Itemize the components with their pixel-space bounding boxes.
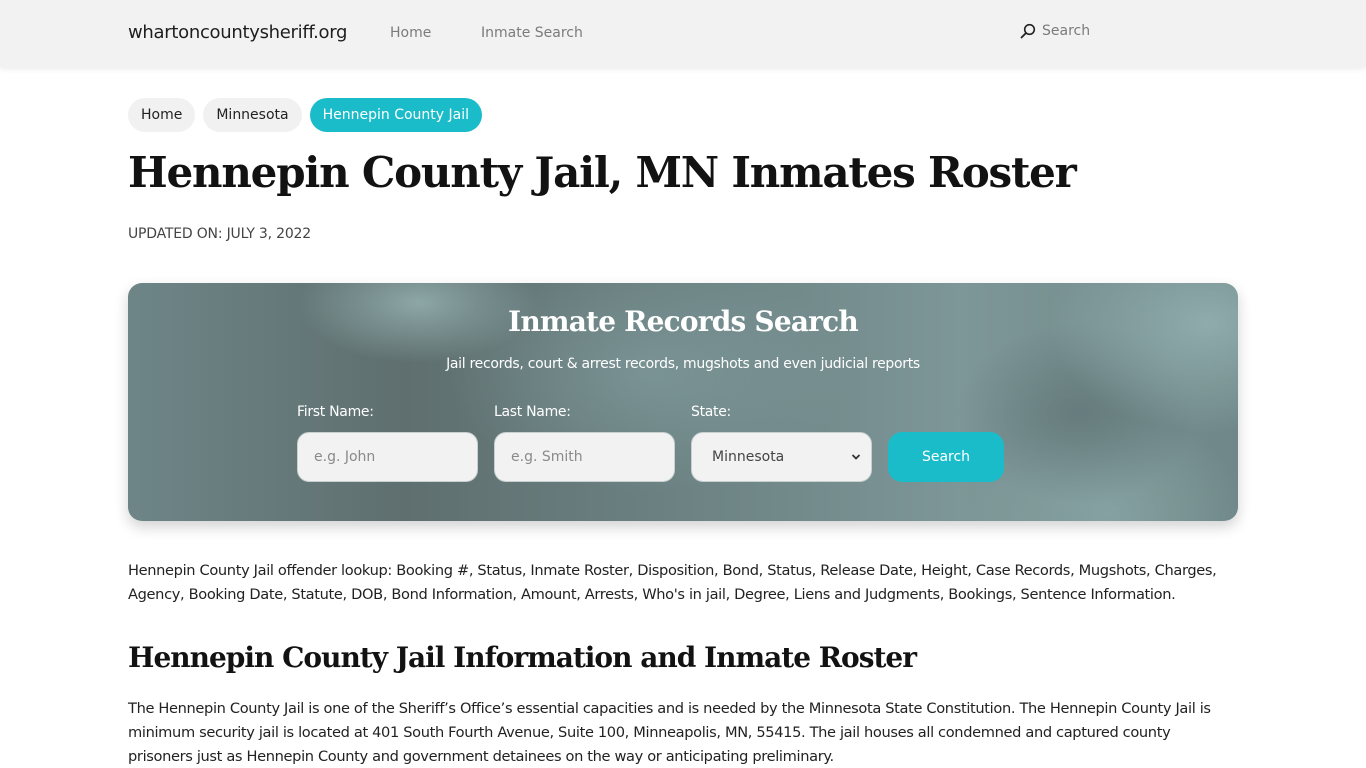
nav-link-inmate-search[interactable]: Inmate Search — [481, 25, 583, 41]
nav-search-label: Search — [1042, 23, 1091, 39]
search-submit-button[interactable]: Search — [888, 432, 1004, 482]
site-brand-link[interactable]: whartoncountysheriff.org — [128, 22, 347, 43]
inmate-search-card: Inmate Records Search Jail records, cour… — [128, 283, 1238, 521]
breadcrumb-minnesota[interactable]: Minnesota — [203, 98, 302, 132]
navbar: whartoncountysheriff.org Home Inmate Sea… — [0, 0, 1366, 67]
section-body: The Hennepin County Jail is one of the S… — [128, 700, 1211, 765]
first-name-input[interactable] — [297, 432, 478, 482]
state-select-value: Minnesota — [712, 449, 785, 465]
chevron-down-icon — [851, 454, 861, 460]
section-title: Hennepin County Jail Information and Inm… — [128, 641, 917, 674]
state-select[interactable]: Minnesota — [691, 432, 872, 482]
state-label: State: — [691, 404, 731, 420]
breadcrumb-hennepin-county-jail[interactable]: Hennepin County Jail — [309, 98, 483, 132]
nav-link-home[interactable]: Home — [390, 25, 431, 41]
page-title: Hennepin County Jail, MN Inmates Roster — [128, 148, 1077, 197]
last-name-input[interactable] — [494, 432, 675, 482]
search-card-title: Inmate Records Search — [508, 305, 859, 338]
last-name-label: Last Name: — [494, 404, 571, 420]
breadcrumb-home[interactable]: Home — [128, 98, 196, 132]
search-icon — [1020, 23, 1036, 39]
updated-date: UPDATED ON: JULY 3, 2022 — [128, 226, 311, 242]
intro-paragraph: Hennepin County Jail offender lookup: Bo… — [128, 562, 1217, 603]
first-name-label: First Name: — [297, 404, 374, 420]
breadcrumb: Home Minnesota Hennepin County Jail — [128, 98, 483, 132]
nav-search-button[interactable]: Search — [1020, 23, 1090, 39]
search-card-subtitle: Jail records, court & arrest records, mu… — [446, 356, 920, 372]
